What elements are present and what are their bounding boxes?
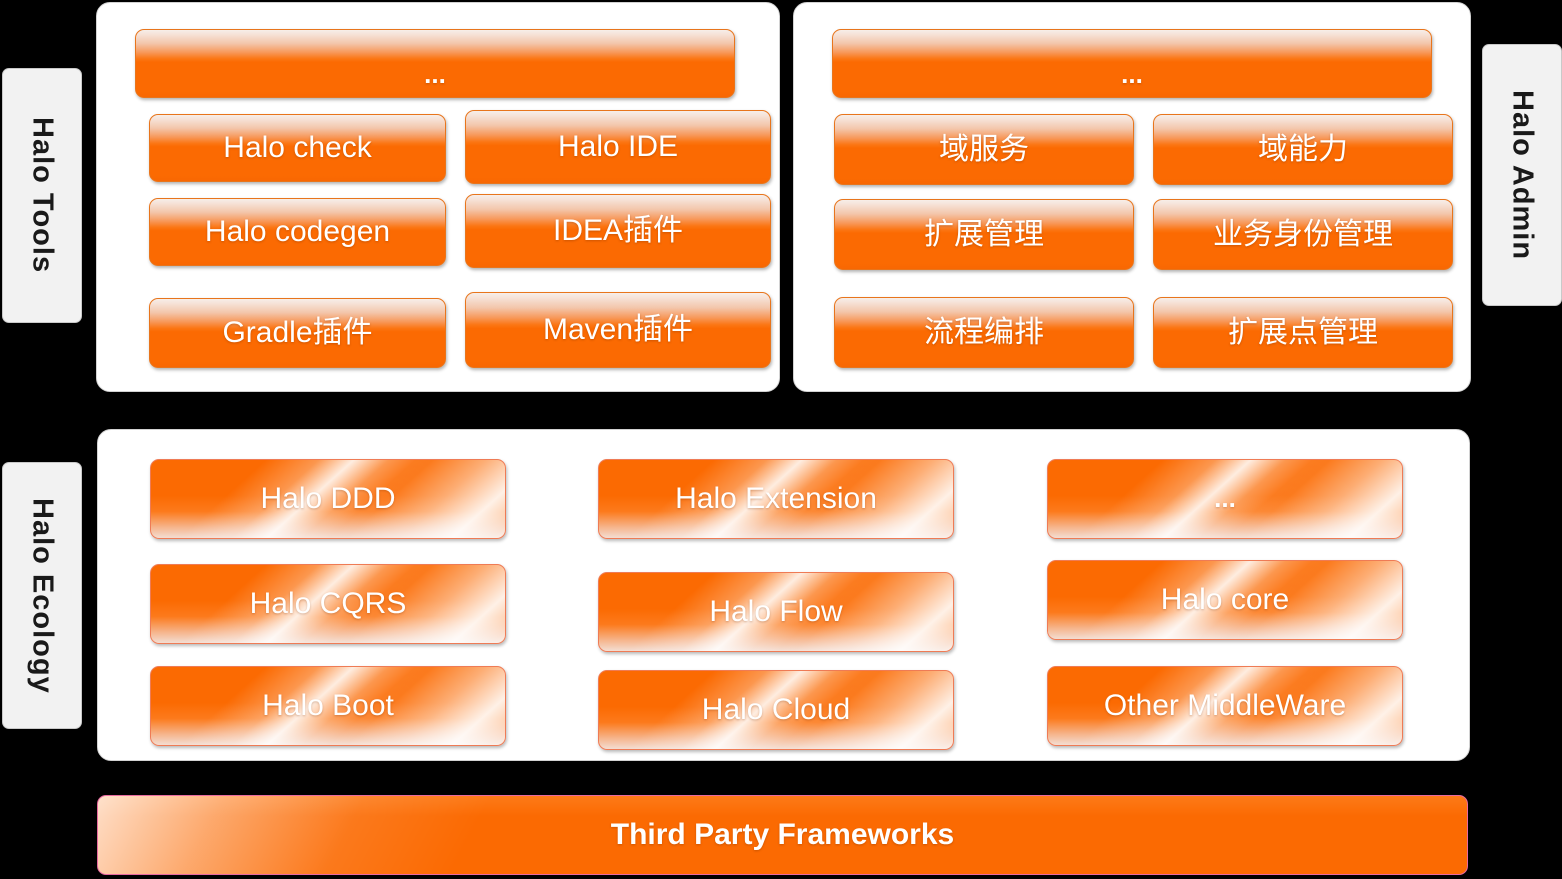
tools-item-idea-plugin[interactable]: IDEA插件 — [465, 194, 771, 268]
tools-item-gradle-plugin[interactable]: Gradle插件 — [149, 298, 446, 368]
section-panel-halo-admin: ... 域服务 扩展管理 流程编排 域能力 业务身份管理 扩展点管理 — [793, 2, 1471, 392]
admin-item-business-identity-management[interactable]: 业务身份管理 — [1153, 199, 1453, 270]
ecology-item-label: Halo Cloud — [701, 693, 851, 727]
admin-item-domain-capability[interactable]: 域能力 — [1153, 114, 1453, 185]
admin-item-extension-point-management[interactable]: 扩展点管理 — [1153, 297, 1453, 368]
admin-header-label: ... — [1121, 58, 1143, 89]
tools-header-button[interactable]: ... — [135, 29, 735, 98]
ecology-item-label: Halo Boot — [262, 689, 394, 723]
tools-item-label: Gradle插件 — [222, 316, 373, 350]
ecology-item-halo-cqrs[interactable]: Halo CQRS — [150, 564, 506, 644]
section-tab-label-halo-admin: Halo Admin — [1506, 89, 1539, 261]
ecology-item-label: Other MiddleWare — [1103, 689, 1347, 723]
foundation-bar-label: Third Party Frameworks — [610, 818, 955, 851]
section-tab-halo-admin[interactable]: Halo Admin — [1482, 44, 1562, 306]
ecology-item-other-middleware[interactable]: Other MiddleWare — [1047, 666, 1403, 746]
admin-item-process-orchestration[interactable]: 流程编排 — [834, 297, 1134, 368]
ecology-item-halo-ddd[interactable]: Halo DDD — [150, 459, 506, 539]
ecology-item-label: Halo DDD — [260, 482, 396, 516]
ecology-item-halo-flow[interactable]: Halo Flow — [598, 572, 954, 652]
tools-item-label: Maven插件 — [542, 313, 694, 347]
ecology-item-label: Halo core — [1160, 583, 1290, 617]
section-tab-label-halo-tools: Halo Tools — [26, 117, 59, 274]
admin-item-domain-service[interactable]: 域服务 — [834, 114, 1134, 185]
ecology-item-halo-extension[interactable]: Halo Extension — [598, 459, 954, 539]
ecology-item-label: Halo CQRS — [249, 587, 407, 621]
section-tab-halo-tools[interactable]: Halo Tools — [2, 68, 82, 323]
tools-item-halo-codegen[interactable]: Halo codegen — [149, 198, 446, 266]
tools-item-label: Halo codegen — [204, 215, 391, 249]
ecology-item-label: Halo Extension — [675, 482, 877, 516]
admin-item-label: 域能力 — [1258, 132, 1348, 166]
tools-item-label: IDEA插件 — [552, 214, 684, 248]
tools-header-label: ... — [424, 58, 446, 89]
tools-item-halo-ide[interactable]: Halo IDE — [465, 110, 771, 184]
admin-item-label: 扩展点管理 — [1228, 315, 1378, 349]
ecology-item-more[interactable]: ... — [1047, 459, 1403, 539]
admin-item-label: 业务身份管理 — [1213, 217, 1393, 251]
tools-item-label: Halo IDE — [557, 130, 679, 164]
ecology-item-halo-boot[interactable]: Halo Boot — [150, 666, 506, 746]
tools-item-halo-check[interactable]: Halo check — [149, 114, 446, 182]
ecology-item-halo-cloud[interactable]: Halo Cloud — [598, 670, 954, 750]
admin-item-extension-management[interactable]: 扩展管理 — [834, 199, 1134, 270]
admin-item-label: 流程编排 — [924, 315, 1044, 349]
tools-item-maven-plugin[interactable]: Maven插件 — [465, 292, 771, 368]
foundation-bar-third-party-frameworks[interactable]: Third Party Frameworks — [97, 795, 1468, 875]
section-tab-halo-ecology[interactable]: Halo Ecology — [2, 462, 82, 729]
ecology-item-label: ... — [1214, 483, 1236, 514]
admin-item-label: 域服务 — [939, 132, 1029, 166]
section-tab-label-halo-ecology: Halo Ecology — [26, 497, 59, 694]
section-panel-halo-ecology: Halo DDD Halo CQRS Halo Boot Halo Extens… — [97, 429, 1470, 761]
ecology-item-label: Halo Flow — [709, 595, 843, 629]
architecture-diagram: Halo Tools ... Halo check Halo codegen G… — [0, 0, 1562, 879]
admin-item-label: 扩展管理 — [924, 217, 1044, 251]
admin-header-button[interactable]: ... — [832, 29, 1432, 98]
tools-item-label: Halo check — [223, 131, 372, 165]
ecology-item-halo-core[interactable]: Halo core — [1047, 560, 1403, 640]
section-panel-halo-tools: ... Halo check Halo codegen Gradle插件 Hal… — [96, 2, 780, 392]
